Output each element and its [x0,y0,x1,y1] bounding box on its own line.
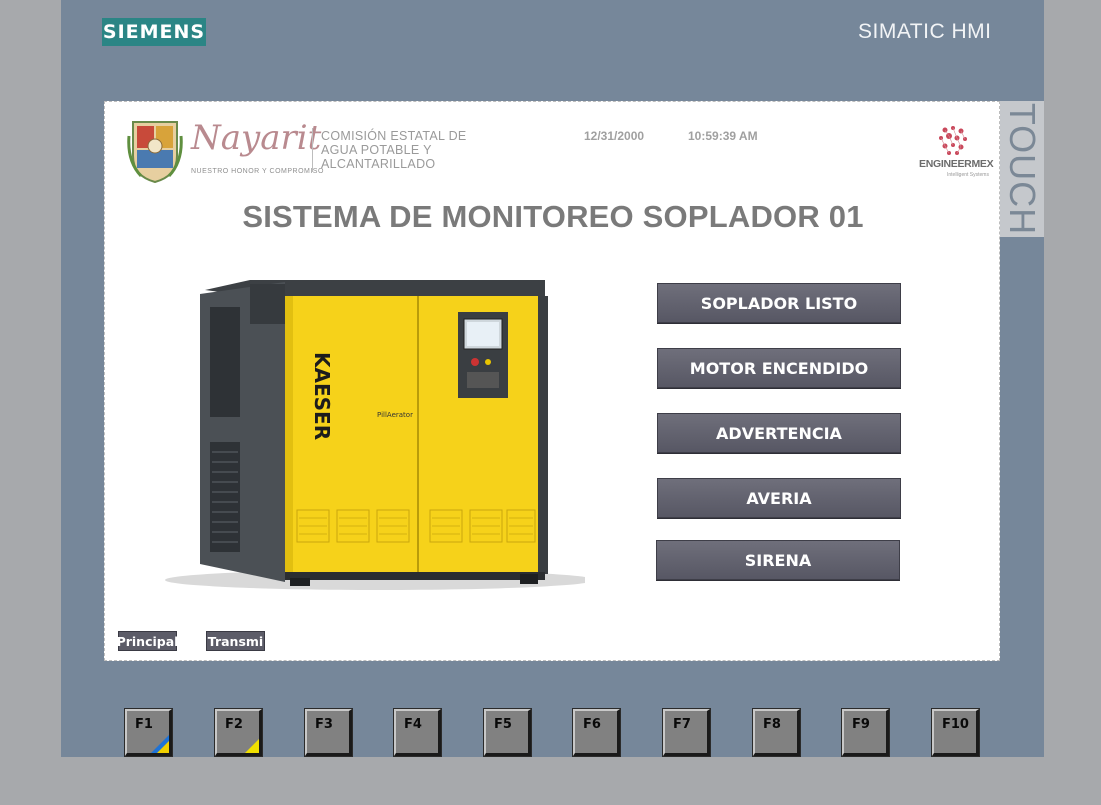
f2-corner-indicator-icon [245,739,259,753]
header-divider [312,128,313,172]
function-key-f1[interactable]: F1 [124,708,173,757]
function-key-f3[interactable]: F3 [304,708,353,757]
function-key-f9[interactable]: F9 [841,708,890,757]
page-title: SISTEMA DE MONITOREO SOPLADOR 01 [242,199,864,234]
nayarit-logo: Nayarit [191,118,322,158]
siemens-logo: SIEMENS [102,18,206,46]
nav-principal-button[interactable]: Principal [117,631,178,651]
status-siren-button[interactable]: SIRENA [656,540,900,580]
function-key-f7[interactable]: F7 [662,708,711,757]
hmi-date: 12/31/2000 [584,129,645,143]
engineermex-name: ENGINEERMEX [919,158,994,170]
agency-name: COMISIÓN ESTATAL DE AGUA POTABLE Y ALCAN… [321,129,467,171]
hmi-time: 10:59:39 AM [688,129,758,143]
engineermex-subtitle: Intelligent Systems [947,172,989,178]
touch-strip: TOUCH [1000,101,1044,237]
hmi-screen: Nayarit NUESTRO HONOR Y COMPROMISO COMIS… [104,101,1000,661]
touch-label: TOUCH [1002,102,1043,236]
pillaerator-label: PillAerator [377,411,413,419]
status-blower-ready-button[interactable]: SOPLADOR LISTO [657,283,901,323]
status-warning-button[interactable]: ADVERTENCIA [657,413,901,453]
kaeser-brand: KAESER [310,352,334,440]
function-key-f8[interactable]: F8 [752,708,801,757]
function-key-f10[interactable]: F10 [931,708,980,757]
f1-corner-indicator-icon [151,735,169,753]
function-key-f2[interactable]: F2 [214,708,263,757]
status-fault-button[interactable]: AVERIA [657,478,901,518]
nayarit-crest-icon [127,121,183,184]
blower-image: KAESER PillAerator [165,280,585,590]
nayarit-tagline: NUESTRO HONOR Y COMPROMISO [191,168,324,175]
nav-transmi-button[interactable]: Transmi [206,631,265,651]
simatic-hmi-label: SIMATIC HMI [858,20,992,43]
function-key-f6[interactable]: F6 [572,708,621,757]
function-key-f5[interactable]: F5 [483,708,532,757]
function-key-f4[interactable]: F4 [393,708,442,757]
status-motor-on-button[interactable]: MOTOR ENCENDIDO [657,348,901,388]
